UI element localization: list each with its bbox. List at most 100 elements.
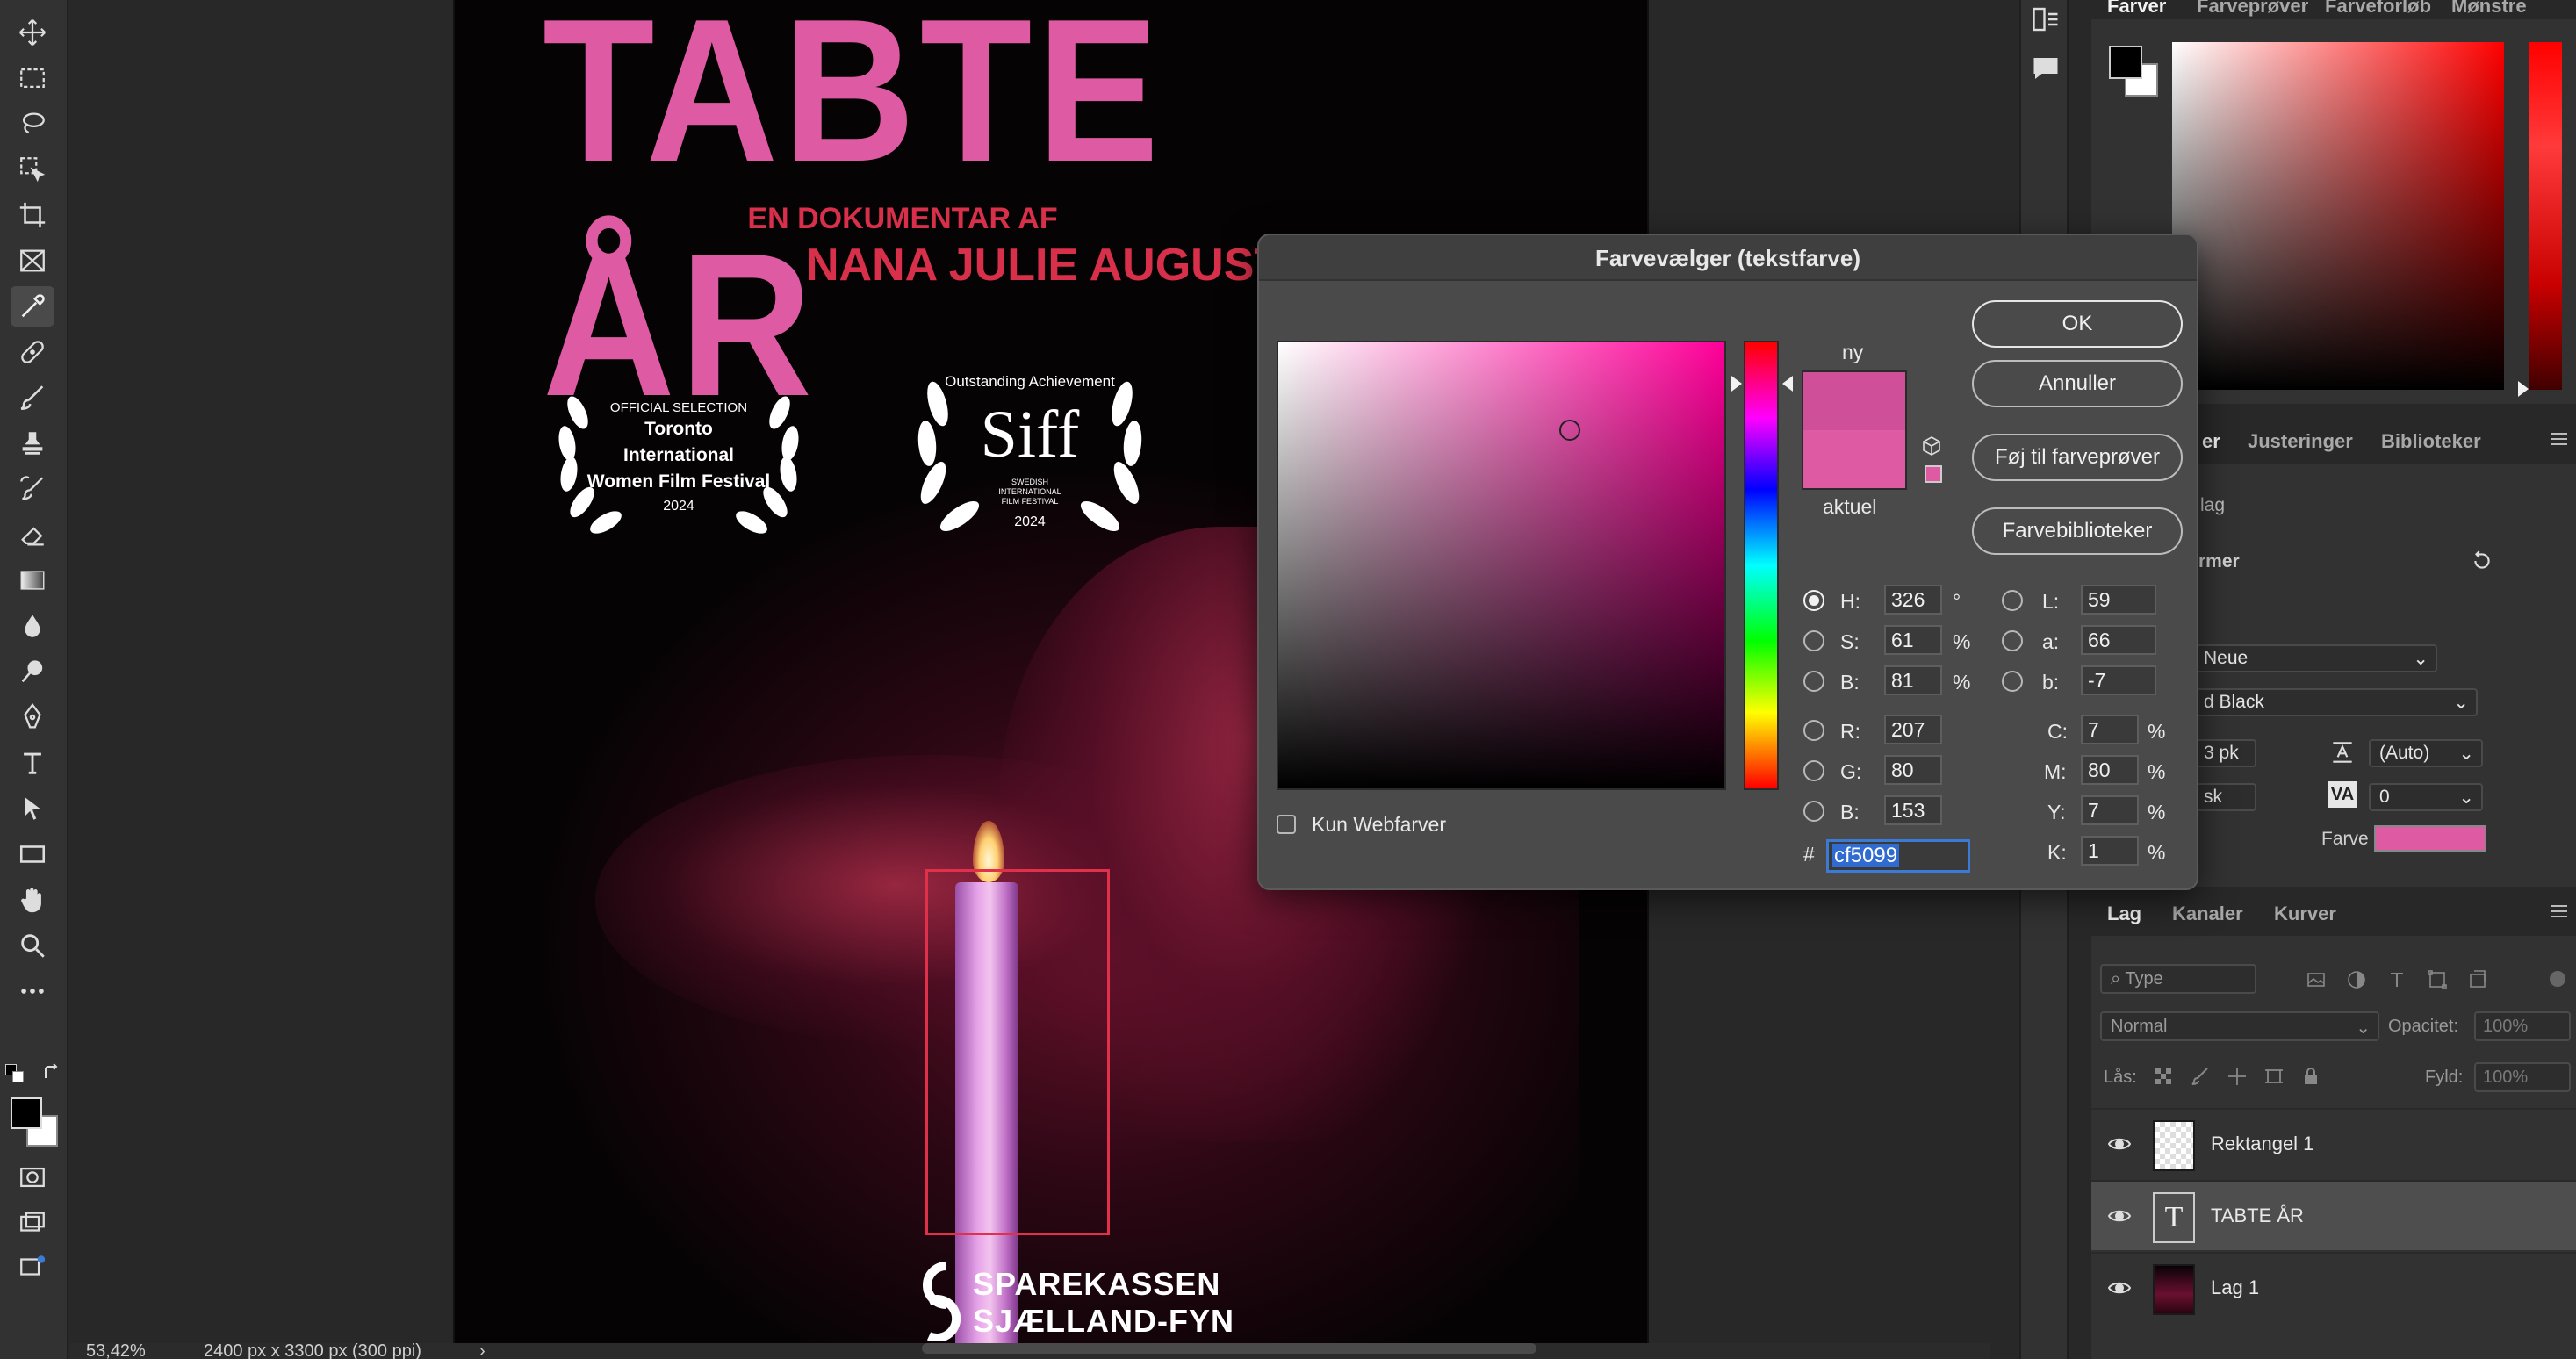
blue-radio[interactable] bbox=[1803, 801, 1824, 822]
lab-l-field[interactable]: 59 bbox=[2081, 585, 2156, 615]
fill-field[interactable]: 100% bbox=[2474, 1062, 2571, 1092]
tab-lag[interactable]: Lag bbox=[2107, 902, 2141, 925]
status-menu-icon[interactable]: › bbox=[479, 1343, 486, 1359]
yellow-field[interactable]: 7 bbox=[2081, 795, 2139, 825]
green-field[interactable]: 80 bbox=[1884, 755, 1942, 785]
edit-toolbar-icon[interactable] bbox=[11, 1247, 54, 1287]
lock-artboard-icon[interactable] bbox=[2263, 1066, 2285, 1087]
shape-filter-icon[interactable] bbox=[2427, 969, 2448, 990]
path-select-icon[interactable] bbox=[11, 788, 54, 829]
hue-pointer-icon[interactable] bbox=[1731, 376, 1742, 392]
foreground-color-swatch[interactable] bbox=[11, 1097, 42, 1129]
image-filter-icon[interactable] bbox=[2306, 969, 2327, 990]
lock-pixels-icon[interactable] bbox=[2190, 1066, 2211, 1087]
default-colors-icon[interactable] bbox=[5, 1064, 25, 1083]
cyan-field[interactable]: 7 bbox=[2081, 715, 2139, 744]
hex-field[interactable]: cf5099 bbox=[1826, 839, 1970, 873]
marquee-icon[interactable] bbox=[11, 58, 54, 98]
red-radio[interactable] bbox=[1803, 720, 1824, 741]
history-brush-icon[interactable] bbox=[11, 469, 54, 509]
frame-icon[interactable] bbox=[11, 241, 54, 281]
swap-colors-icon[interactable] bbox=[40, 1062, 61, 1083]
panel-menu-icon[interactable] bbox=[2551, 904, 2567, 918]
eye-icon[interactable] bbox=[2107, 1204, 2132, 1227]
type-filter-icon[interactable] bbox=[2386, 969, 2407, 990]
layer-row[interactable]: T TABTE ÅR bbox=[2091, 1180, 2576, 1250]
language-select[interactable]: sk bbox=[2193, 783, 2256, 811]
adjustment-filter-icon[interactable] bbox=[2346, 969, 2367, 990]
panel-menu-icon[interactable] bbox=[2551, 432, 2567, 446]
font-size-select[interactable]: 3 pk bbox=[2193, 739, 2256, 767]
hue-pointer-icon[interactable] bbox=[1782, 376, 1793, 392]
lab-b-field[interactable]: -7 bbox=[2081, 665, 2156, 695]
history-panel-icon[interactable] bbox=[2030, 4, 2062, 35]
zoom-icon[interactable] bbox=[11, 925, 54, 966]
smart-object-filter-icon[interactable] bbox=[2467, 969, 2488, 990]
layer-row[interactable]: Rektangel 1 bbox=[2091, 1108, 2576, 1178]
green-radio[interactable] bbox=[1803, 760, 1824, 781]
lock-position-icon[interactable] bbox=[2227, 1066, 2248, 1087]
eye-icon[interactable] bbox=[2107, 1132, 2132, 1155]
hand-icon[interactable] bbox=[11, 880, 54, 920]
hue-slider[interactable] bbox=[2529, 42, 2562, 390]
horizontal-scrollbar[interactable] bbox=[922, 1343, 1536, 1354]
blend-mode-select[interactable]: Normal ⌄ bbox=[2100, 1011, 2379, 1041]
gradient-icon[interactable] bbox=[11, 560, 54, 600]
color-cursor[interactable] bbox=[1559, 420, 1580, 441]
zoom-level[interactable]: 53,42% bbox=[86, 1343, 146, 1359]
panel-foreground-swatch[interactable] bbox=[2109, 46, 2142, 79]
opacity-field[interactable]: 100% bbox=[2474, 1011, 2571, 1041]
filter-toggle[interactable] bbox=[2550, 971, 2565, 987]
move-icon[interactable] bbox=[11, 12, 54, 53]
reset-icon[interactable] bbox=[2471, 550, 2493, 572]
text-color-swatch[interactable] bbox=[2374, 825, 2486, 852]
font-style-select[interactable]: d Black ⌄ bbox=[2193, 688, 2478, 716]
web-colors-checkbox[interactable] bbox=[1277, 815, 1296, 834]
tab-farver[interactable]: Farver bbox=[2107, 0, 2166, 18]
dodge-icon[interactable] bbox=[11, 651, 54, 692]
tab-justeringer[interactable]: Justeringer bbox=[2248, 430, 2353, 453]
tab-farveprover[interactable]: Farveprøver bbox=[2197, 0, 2308, 18]
websafe-swatch[interactable] bbox=[1925, 465, 1942, 483]
layer-row[interactable]: Lag 1 bbox=[2091, 1252, 2576, 1322]
ok-button[interactable]: OK bbox=[1972, 300, 2183, 348]
out-of-gamut-cube-icon[interactable] bbox=[1921, 435, 1942, 457]
add-to-swatches-button[interactable]: Føj til farveprøver bbox=[1972, 434, 2183, 481]
eyedropper-icon[interactable] bbox=[11, 286, 54, 327]
comments-icon[interactable] bbox=[2030, 53, 2062, 84]
brightness-radio[interactable] bbox=[1803, 671, 1824, 692]
saturation-field[interactable]: 61 bbox=[1884, 625, 1942, 655]
rectangle-icon[interactable] bbox=[11, 834, 54, 874]
cancel-button[interactable]: Annuller bbox=[1972, 360, 2183, 407]
font-family-select[interactable]: Neue ⌄ bbox=[2193, 644, 2437, 672]
tab-monstre[interactable]: Mønstre bbox=[2451, 0, 2527, 18]
current-color-swatch[interactable] bbox=[1803, 430, 1905, 488]
lasso-icon[interactable] bbox=[11, 104, 54, 144]
eye-icon[interactable] bbox=[2107, 1276, 2132, 1299]
tab-kurver[interactable]: Kurver bbox=[2274, 902, 2336, 925]
blur-icon[interactable] bbox=[11, 606, 54, 646]
color-field[interactable] bbox=[2172, 42, 2504, 390]
magenta-field[interactable]: 80 bbox=[2081, 755, 2139, 785]
hue-slider[interactable] bbox=[1744, 341, 1779, 790]
crop-icon[interactable] bbox=[11, 195, 54, 235]
saturation-radio[interactable] bbox=[1803, 630, 1824, 651]
lab-b-radio[interactable] bbox=[2002, 671, 2023, 692]
tab-kanaler[interactable]: Kanaler bbox=[2172, 902, 2243, 925]
lock-transparent-icon[interactable] bbox=[2153, 1066, 2174, 1087]
blue-field[interactable]: 153 bbox=[1884, 795, 1942, 825]
tab-farveforlob[interactable]: Farveforløb bbox=[2325, 0, 2431, 18]
tracking-select[interactable]: 0 ⌄ bbox=[2369, 783, 2483, 811]
pen-icon[interactable] bbox=[11, 697, 54, 737]
layer-filter-select[interactable]: ⌕ Type bbox=[2100, 964, 2256, 994]
brush-icon[interactable] bbox=[11, 378, 54, 418]
color-libraries-button[interactable]: Farvebiblioteker bbox=[1972, 507, 2183, 555]
quick-mask-icon[interactable] bbox=[11, 1157, 54, 1197]
lab-l-radio[interactable] bbox=[2002, 590, 2023, 611]
healing-icon[interactable] bbox=[11, 332, 54, 372]
lab-a-radio[interactable] bbox=[2002, 630, 2023, 651]
more-icon[interactable] bbox=[11, 971, 54, 1011]
tab-properties[interactable]: er bbox=[2202, 430, 2220, 453]
hue-field[interactable]: 326 bbox=[1884, 585, 1942, 615]
lock-all-icon[interactable] bbox=[2300, 1066, 2321, 1087]
